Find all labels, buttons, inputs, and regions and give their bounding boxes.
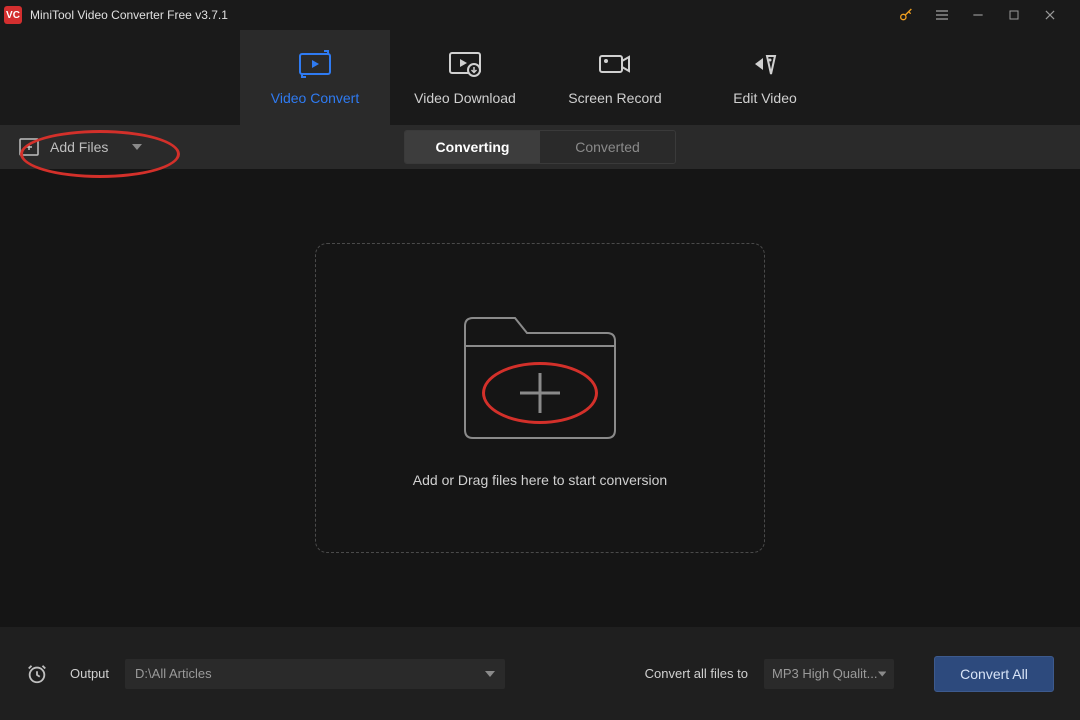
tab-edit-video[interactable]: Edit Video xyxy=(690,30,840,125)
output-label: Output xyxy=(70,666,109,681)
dropzone-hint: Add or Drag files here to start conversi… xyxy=(413,472,667,488)
minimize-button[interactable] xyxy=(960,0,996,30)
tab-video-convert[interactable]: Video Convert xyxy=(240,30,390,125)
format-value: MP3 High Qualit... xyxy=(772,666,878,681)
convert-all-label: Convert all files to xyxy=(645,666,748,681)
format-select[interactable]: MP3 High Qualit... xyxy=(764,659,894,689)
subtab-converting[interactable]: Converting xyxy=(405,131,540,163)
maximize-button[interactable] xyxy=(996,0,1032,30)
chevron-down-icon xyxy=(485,670,495,678)
add-files-button[interactable]: Add Files xyxy=(12,131,156,163)
convert-all-button[interactable]: Convert All xyxy=(934,656,1054,692)
add-file-icon xyxy=(18,137,40,157)
chevron-down-icon xyxy=(878,670,887,678)
tab-video-download[interactable]: Video Download xyxy=(390,30,540,125)
output-path-select[interactable]: D:\All Articles xyxy=(125,659,505,689)
app-logo-icon: VC xyxy=(4,6,22,24)
titlebar: VC MiniTool Video Converter Free v3.7.1 xyxy=(0,0,1080,30)
content-area: Add or Drag files here to start conversi… xyxy=(0,169,1080,627)
tab-label: Video Download xyxy=(414,90,516,106)
toolbar: Add Files Converting Converted xyxy=(0,125,1080,169)
tab-label: Video Convert xyxy=(271,90,359,106)
close-button[interactable] xyxy=(1032,0,1068,30)
dropzone[interactable]: Add or Drag files here to start conversi… xyxy=(315,243,765,553)
key-icon[interactable] xyxy=(888,0,924,30)
main-tabs: Video Convert Video Download Screen Reco… xyxy=(0,30,1080,125)
output-path-value: D:\All Articles xyxy=(135,666,212,681)
tab-label: Screen Record xyxy=(568,90,661,106)
menu-icon[interactable] xyxy=(924,0,960,30)
subtab-converted[interactable]: Converted xyxy=(540,131,675,163)
add-files-label: Add Files xyxy=(50,139,108,155)
chevron-down-icon xyxy=(132,143,142,151)
clock-icon[interactable] xyxy=(26,663,48,685)
app-title: MiniTool Video Converter Free v3.7.1 xyxy=(30,8,228,22)
folder-plus-icon xyxy=(455,308,625,448)
subtabs: Converting Converted xyxy=(404,130,676,164)
tab-screen-record[interactable]: Screen Record xyxy=(540,30,690,125)
tab-label: Edit Video xyxy=(733,90,797,106)
footer: Output D:\All Articles Convert all files… xyxy=(0,627,1080,720)
